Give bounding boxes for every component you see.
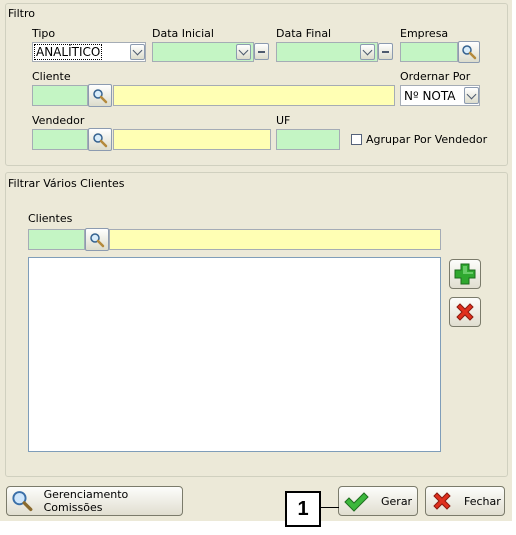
gerar-button[interactable]: Gerar [338,486,418,516]
cliente-label: Cliente [32,70,71,83]
agrupar-por-vendedor-label: Agrupar Por Vendedor [366,133,488,146]
x-icon [456,303,474,321]
clientes-code-field[interactable] [28,229,85,250]
data-inicial-label: Data Inicial [152,27,214,40]
chevron-down-icon [132,45,143,56]
callout-number: 1 [297,497,309,520]
vendedor-label: Vendedor [32,114,85,127]
agrupar-por-vendedor-checkbox[interactable] [351,134,362,145]
cliente-code-field[interactable] [32,85,88,106]
data-final-label: Data Final [276,27,332,40]
callout-line [321,507,339,508]
search-icon [12,491,33,512]
cliente-name-field[interactable] [113,85,395,106]
gerenciamento-comissoes-button[interactable]: Gerenciamento Comissões [6,486,183,516]
filtrar-varios-clientes-title: Filtrar Vários Clientes [8,177,125,190]
data-final-dropdown-button[interactable] [360,44,375,60]
search-icon [462,45,477,60]
tipo-select[interactable]: ANALÍTICO [32,42,146,62]
clientes-label: Clientes [28,212,73,225]
ordernar-por-label: Ordernar Por [400,70,471,83]
clientes-search-button[interactable] [85,228,109,251]
minus-icon [258,50,265,53]
data-final-clear-button[interactable] [378,43,393,60]
ordernar-por-select[interactable]: Nº NOTA [400,85,480,106]
check-icon [344,492,369,512]
vendedor-code-field[interactable] [32,129,88,150]
filtro-group-title: Filtro [8,7,35,20]
data-inicial-clear-button[interactable] [254,43,269,60]
empresa-field[interactable] [400,42,458,62]
clientes-name-field[interactable] [109,229,441,250]
empresa-label: Empresa [400,27,449,40]
uf-label: UF [276,114,291,127]
chevron-down-icon [238,45,249,56]
search-icon [93,132,108,147]
window: Filtro Tipo ANALÍTICO Data Inicial Data … [0,0,512,521]
fechar-button[interactable]: Fechar [425,486,505,516]
ordernar-por-value: Nº NOTA [404,89,456,103]
uf-field[interactable] [276,129,340,150]
vendedor-name-field[interactable] [113,129,271,150]
minus-icon [382,50,389,53]
fechar-label: Fechar [464,494,501,508]
plus-icon [454,263,476,285]
chevron-down-icon [466,89,477,99]
vendedor-search-button[interactable] [88,128,112,151]
chevron-down-icon [362,45,373,56]
tipo-dropdown-button[interactable] [130,44,145,60]
gerenciamento-comissoes-label: Gerenciamento Comissões [43,488,129,514]
clientes-list[interactable] [28,257,441,452]
callout-box: 1 [285,491,321,527]
tipo-label: Tipo [32,27,56,40]
search-icon [93,88,108,103]
tipo-value: ANALÍTICO [33,44,103,60]
empresa-search-button[interactable] [458,41,480,63]
close-icon [433,492,451,510]
ordernar-por-dropdown-button[interactable] [464,87,479,104]
add-cliente-button[interactable] [449,259,481,289]
remove-cliente-button[interactable] [449,297,481,327]
search-icon [90,232,105,247]
gerar-label: Gerar [381,494,413,508]
cliente-search-button[interactable] [88,84,112,107]
data-inicial-dropdown-button[interactable] [236,44,251,60]
